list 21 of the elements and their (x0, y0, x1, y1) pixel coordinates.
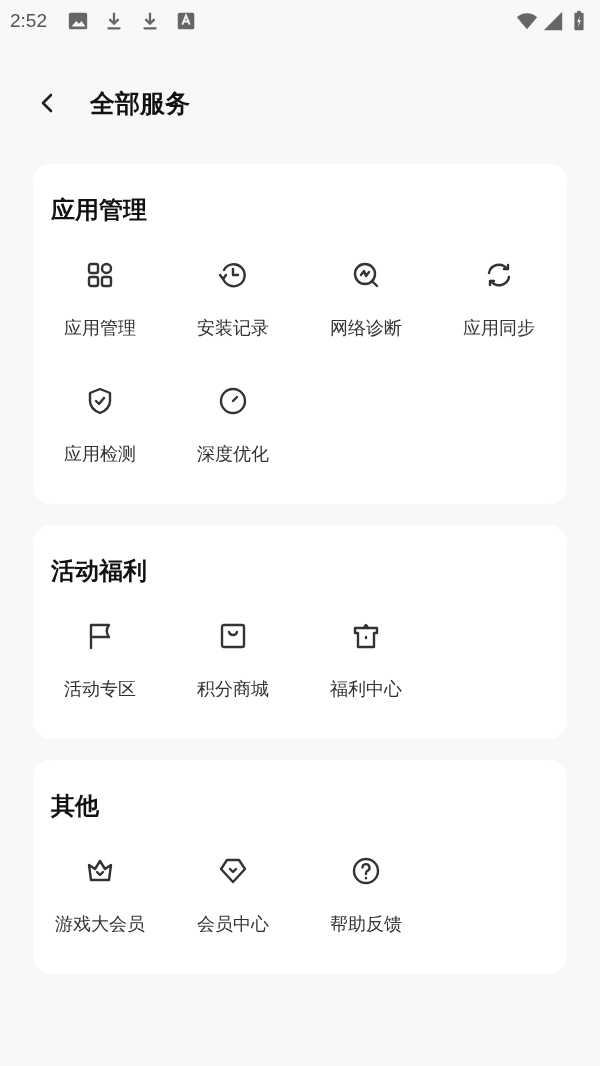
service-item[interactable]: 福利中心 (299, 620, 432, 701)
wifi-icon (516, 10, 538, 32)
service-item[interactable]: 帮助反馈 (299, 855, 432, 936)
service-item[interactable]: 网络诊断 (299, 259, 432, 340)
service-item[interactable]: 游戏大会员 (33, 855, 166, 936)
section-title: 其他 (50, 791, 100, 822)
service-item[interactable]: 积分商城 (166, 620, 299, 701)
section-title: 活动福利 (50, 556, 148, 587)
service-item[interactable]: 应用管理 (33, 259, 166, 340)
page-title: 全部服务 (90, 87, 190, 120)
service-item[interactable]: 安装记录 (166, 259, 299, 340)
image-icon (67, 10, 89, 32)
service-item[interactable]: 应用检测 (33, 385, 166, 466)
signal-icon (542, 10, 564, 32)
service-item[interactable]: 深度优化 (166, 385, 299, 466)
service-item[interactable]: 会员中心 (166, 855, 299, 936)
status-time: 2:52 (10, 10, 47, 32)
font-icon (175, 10, 197, 32)
section-title: 应用管理 (50, 195, 148, 226)
service-item[interactable]: 活动专区 (33, 620, 166, 701)
service-item[interactable]: 应用同步 (432, 259, 565, 340)
